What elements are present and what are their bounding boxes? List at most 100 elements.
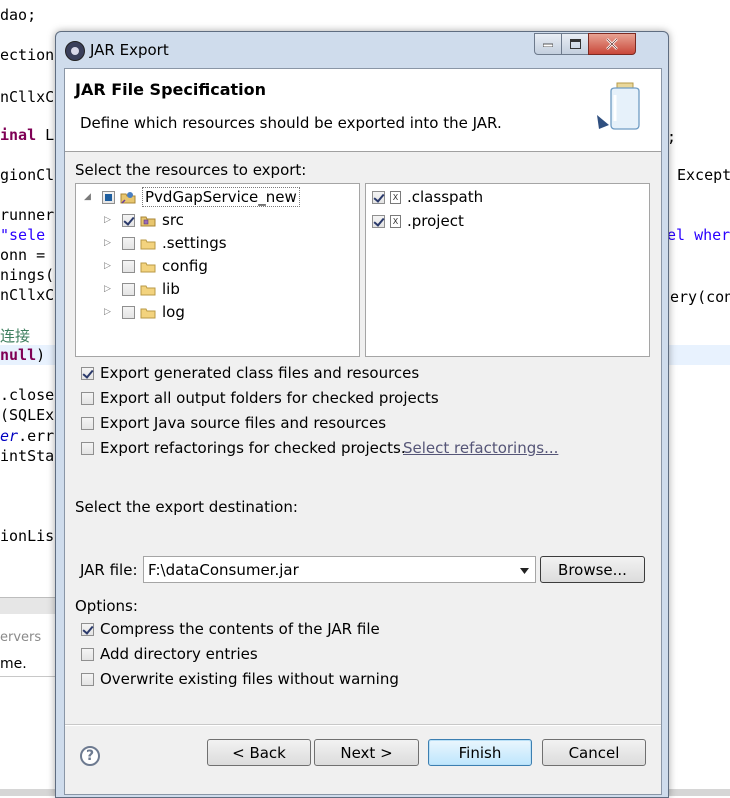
cancel-button[interactable]: Cancel: [542, 739, 646, 766]
resource-tree[interactable]: ◢ PvdGapService_new ▷ src ▷ .settings ▷ config ▷…: [75, 183, 360, 357]
current-line-highlight-right: [667, 345, 730, 365]
file-item[interactable]: X .project: [372, 210, 464, 232]
code-line-right: el wher: [667, 226, 730, 244]
tree-item[interactable]: ▷ config: [104, 255, 208, 277]
jar-file-combo[interactable]: F:\dataConsumer.jar: [143, 556, 536, 583]
checkbox[interactable]: [81, 622, 94, 636]
checkbox[interactable]: [122, 213, 135, 227]
options-label: Options:: [75, 597, 138, 615]
tree-item[interactable]: ▷ lib: [104, 278, 180, 300]
code-token: null: [0, 346, 37, 364]
code-line: intSta: [0, 447, 54, 465]
checkbox[interactable]: [81, 416, 94, 430]
help-icon[interactable]: ?: [80, 746, 100, 766]
folder-icon: [140, 285, 156, 295]
code-token: "sele: [0, 226, 46, 244]
folder-icon: [140, 239, 156, 249]
code-line: gionCl: [0, 166, 54, 184]
eclipse-icon: [65, 41, 85, 61]
code-line-right: ery(con: [670, 288, 730, 306]
console-tab[interactable]: ervers: [0, 630, 41, 645]
button-bar-separator: [65, 724, 661, 726]
select-refactorings-link[interactable]: Select refactorings...: [403, 439, 558, 457]
code-token: nCllxC: [0, 286, 55, 304]
code-line: ionLis: [0, 527, 54, 545]
checkbox[interactable]: [81, 366, 94, 380]
close-icon: [606, 38, 618, 50]
console-divider: [0, 597, 55, 614]
checkbox[interactable]: [122, 305, 135, 319]
expanded-arrow-icon[interactable]: ◢: [84, 192, 94, 202]
collapsed-arrow-icon[interactable]: ▷: [104, 238, 114, 248]
checkbox[interactable]: [102, 190, 115, 204]
jar-option[interactable]: Add directory entries: [81, 643, 258, 665]
page-title: JAR File Specification: [75, 80, 266, 99]
code-line: onn =: [0, 246, 45, 264]
code-token: 连接: [0, 327, 31, 345]
collapsed-arrow-icon[interactable]: ▷: [104, 215, 114, 225]
minimize-icon: [543, 43, 553, 47]
collapsed-arrow-icon[interactable]: ▷: [104, 261, 114, 271]
console-rule: [0, 676, 55, 677]
back-button[interactable]: < Back: [207, 739, 311, 766]
tree-item-label: lib: [162, 280, 180, 298]
code-line: null): [0, 346, 45, 364]
tree-item-project[interactable]: ◢ PvdGapService_new: [84, 186, 300, 208]
checkbox[interactable]: [81, 391, 94, 405]
export-option[interactable]: Export refactorings for checked projects…: [81, 437, 406, 459]
export-option[interactable]: Export generated class files and resourc…: [81, 362, 419, 384]
checkbox[interactable]: [372, 190, 385, 204]
tree-item-label: .settings: [162, 234, 227, 252]
code-token: L: [36, 126, 55, 144]
code-token: ionLis: [0, 527, 55, 545]
code-line: (SQLEx: [0, 406, 54, 424]
folder-icon: [140, 262, 156, 272]
code-line: "sele: [0, 226, 45, 244]
jar-option[interactable]: Overwrite existing files without warning: [81, 668, 399, 690]
finish-button[interactable]: Finish: [428, 739, 532, 766]
tree-item-label: src: [162, 211, 184, 229]
collapsed-arrow-icon[interactable]: ▷: [104, 284, 114, 294]
tree-item[interactable]: ▷ log: [104, 301, 185, 323]
browse-button[interactable]: Browse...: [540, 556, 645, 583]
checkbox[interactable]: [122, 236, 135, 250]
code-line: runner: [0, 206, 54, 224]
maximize-button[interactable]: [561, 33, 589, 55]
chevron-down-icon[interactable]: [520, 568, 529, 574]
code-token: (SQLEx: [0, 406, 55, 424]
minimize-button[interactable]: [534, 33, 562, 55]
file-item-label: .classpath: [407, 188, 484, 206]
jar-file-value: F:\dataConsumer.jar: [148, 561, 299, 579]
code-line: ection: [0, 46, 54, 64]
jar-option[interactable]: Compress the contents of the JAR file: [81, 618, 380, 640]
close-button[interactable]: [588, 33, 636, 55]
checkbox[interactable]: [372, 214, 385, 228]
file-item[interactable]: X .classpath: [372, 186, 483, 208]
code-token: nCllxC: [0, 88, 55, 106]
dialog-content: JAR File Specification Define which reso…: [64, 68, 662, 795]
export-option[interactable]: Export all output folders for checked pr…: [81, 387, 439, 409]
code-token: .err: [18, 427, 55, 445]
export-option-label: Export Java source files and resources: [100, 414, 387, 432]
checkbox[interactable]: [81, 441, 94, 455]
checkbox[interactable]: [81, 672, 94, 686]
jar-export-dialog: JAR Export JAR File Specification Define…: [55, 31, 669, 798]
tree-item[interactable]: ▷ src: [104, 209, 184, 231]
collapsed-arrow-icon[interactable]: ▷: [104, 307, 114, 317]
code-token: nings(: [0, 266, 55, 284]
export-option[interactable]: Export Java source files and resources: [81, 412, 386, 434]
code-token: ection: [0, 46, 55, 64]
jar-option-label: Add directory entries: [100, 645, 258, 663]
code-line-right: Except: [677, 166, 730, 184]
jar-option-label: Overwrite existing files without warning: [100, 670, 399, 688]
tree-item[interactable]: ▷ .settings: [104, 232, 227, 254]
checkbox[interactable]: [122, 282, 135, 296]
xml-file-icon: X: [390, 190, 401, 204]
resource-file-list[interactable]: X .classpath X .project: [365, 183, 650, 357]
next-button[interactable]: Next >: [314, 739, 419, 766]
checkbox[interactable]: [122, 259, 135, 273]
tree-item-label: PvdGapService_new: [142, 187, 300, 207]
code-line: er.err: [0, 427, 54, 445]
checkbox[interactable]: [81, 647, 94, 661]
maximize-icon: [569, 39, 581, 49]
